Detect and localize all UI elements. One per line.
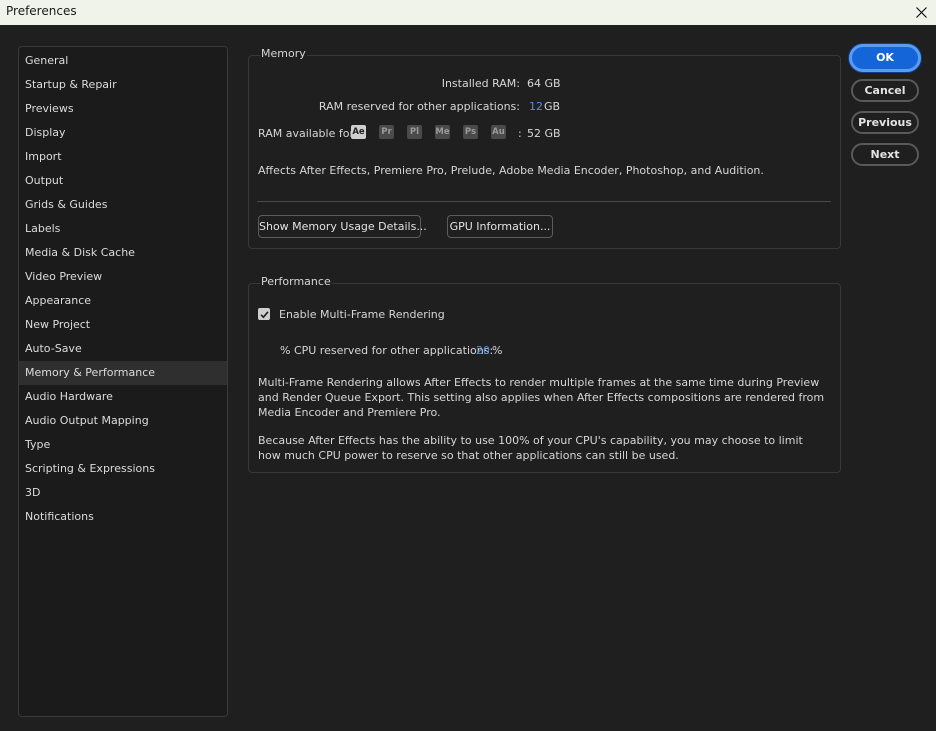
- app-pr-icon: Pr: [379, 125, 394, 139]
- app-pl-icon: Pl: [407, 125, 422, 139]
- sidebar-item-video-preview[interactable]: Video Preview: [19, 265, 227, 289]
- sidebar-item-scripting-expressions[interactable]: Scripting & Expressions: [19, 457, 227, 481]
- cancel-button[interactable]: Cancel: [851, 79, 919, 102]
- sidebar-item-type[interactable]: Type: [19, 433, 227, 457]
- affects-apps-text: Affects After Effects, Premiere Pro, Pre…: [258, 164, 764, 177]
- close-button[interactable]: [906, 0, 936, 25]
- sidebar-item-3d[interactable]: 3D: [19, 481, 227, 505]
- ok-button[interactable]: OK: [849, 44, 921, 72]
- sidebar-item-startup-repair[interactable]: Startup & Repair: [19, 73, 227, 97]
- sidebar-item-labels[interactable]: Labels: [19, 217, 227, 241]
- performance-group-title: Performance: [260, 275, 332, 288]
- sidebar-item-memory-performance[interactable]: Memory & Performance: [19, 361, 227, 385]
- title-bar: Preferences: [0, 0, 936, 25]
- memory-group-title: Memory: [260, 47, 307, 60]
- mfr-description: Multi-Frame Rendering allows After Effec…: [258, 376, 825, 419]
- checkmark-icon: [259, 310, 269, 318]
- app-me-icon: Me: [435, 125, 450, 139]
- sidebar-item-audio-output-mapping[interactable]: Audio Output Mapping: [19, 409, 227, 433]
- app-ps-icon: Ps: [463, 125, 478, 139]
- sidebar-item-appearance[interactable]: Appearance: [19, 289, 227, 313]
- ram-reserved-unit: GB: [544, 100, 561, 113]
- ram-available-label: RAM available for: [258, 127, 354, 140]
- show-memory-usage-button[interactable]: Show Memory Usage Details...: [258, 215, 427, 238]
- app-ae-icon: Ae: [351, 125, 366, 139]
- gpu-information-button[interactable]: GPU Information...: [447, 215, 553, 238]
- sidebar-item-grids-guides[interactable]: Grids & Guides: [19, 193, 227, 217]
- sidebar-item-media-disk-cache[interactable]: Media & Disk Cache: [19, 241, 227, 265]
- next-button[interactable]: Next: [851, 143, 919, 166]
- memory-divider: [257, 201, 831, 202]
- installed-ram-value: 64 GB: [527, 77, 561, 90]
- window-title: Preferences: [6, 4, 77, 18]
- sidebar-item-output[interactable]: Output: [19, 169, 227, 193]
- multi-frame-rendering-checkbox[interactable]: [258, 308, 270, 320]
- ram-available-value: 52 GB: [527, 127, 561, 140]
- app-au-icon: Au: [491, 125, 506, 139]
- cpu-reserved-unit: %: [492, 344, 503, 357]
- previous-button[interactable]: Previous: [851, 111, 919, 134]
- cpu-reserved-value[interactable]: 20: [476, 344, 490, 357]
- sidebar-item-import[interactable]: Import: [19, 145, 227, 169]
- sidebar-item-general[interactable]: General: [19, 49, 227, 73]
- ram-reserved-value[interactable]: 12: [529, 100, 543, 113]
- sidebar-item-display[interactable]: Display: [19, 121, 227, 145]
- multi-frame-rendering-label[interactable]: Enable Multi-Frame Rendering: [279, 308, 445, 321]
- sidebar-item-new-project[interactable]: New Project: [19, 313, 227, 337]
- category-list: General Startup & Repair Previews Displa…: [18, 46, 228, 717]
- ram-reserved-label: RAM reserved for other applications:: [318, 100, 520, 113]
- close-icon: [915, 7, 927, 18]
- sidebar-item-previews[interactable]: Previews: [19, 97, 227, 121]
- sidebar-item-notifications[interactable]: Notifications: [19, 505, 227, 529]
- installed-ram-label: Installed RAM:: [441, 77, 520, 90]
- ram-available-separator: :: [518, 127, 522, 140]
- cpu-reserved-label: % CPU reserved for other applications:: [280, 344, 494, 357]
- sidebar-item-auto-save[interactable]: Auto-Save: [19, 337, 227, 361]
- sidebar-item-audio-hardware[interactable]: Audio Hardware: [19, 385, 227, 409]
- cpu-description: Because After Effects has the ability to…: [258, 434, 803, 462]
